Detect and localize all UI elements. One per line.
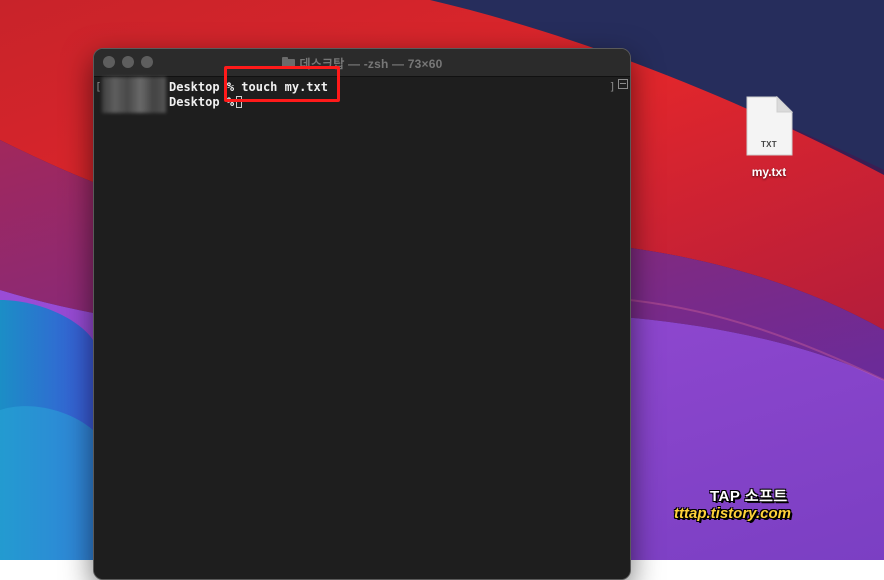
file-name-label[interactable]: my.txt — [735, 165, 803, 179]
terminal-titlebar[interactable]: 데스크탑 — -zsh — 73×60 — [94, 49, 630, 77]
prompt-dir: Desktop — [169, 95, 220, 109]
scroll-box-icon[interactable] — [618, 79, 628, 89]
right-bracket: ] — [609, 80, 616, 93]
terminal-output[interactable]: [ Desktop % touch my.txt Desktop % ] — [94, 77, 630, 579]
prompt-dir: Desktop — [169, 80, 220, 94]
left-bracket: [ — [95, 80, 102, 93]
window-title: 데스크탑 — -zsh — 73×60 — [94, 55, 630, 72]
file-type-tag: TXT — [760, 140, 777, 149]
txt-file-icon[interactable]: TXT — [745, 96, 793, 156]
redacted-username — [102, 77, 166, 113]
terminal-window[interactable]: 데스크탑 — -zsh — 73×60 [ Desktop % touch my… — [93, 48, 631, 580]
watermark-brand: TAP 소프트 — [710, 488, 788, 505]
watermark-url: tttap.tistory.com — [674, 505, 791, 522]
command-highlight-box — [224, 66, 340, 102]
